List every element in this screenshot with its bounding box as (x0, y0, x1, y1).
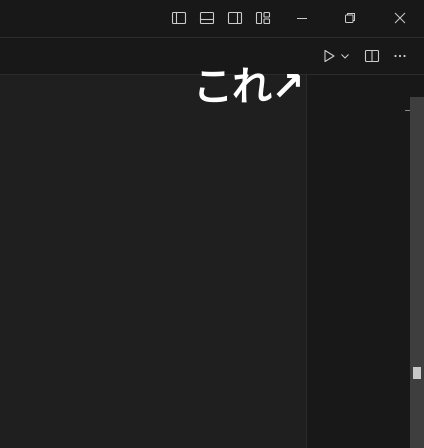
editor-area[interactable] (0, 75, 306, 448)
ellipsis-icon[interactable] (391, 47, 409, 65)
play-icon[interactable] (320, 47, 338, 65)
annotation-label: これ↗ (193, 64, 305, 110)
vertical-scrollbar[interactable] (410, 97, 424, 448)
chevron-down-icon[interactable] (339, 47, 351, 65)
sidebar-left-icon[interactable] (171, 10, 187, 26)
side-panel (307, 75, 424, 448)
scrollbar-thumb-marker[interactable] (413, 367, 421, 379)
close-icon[interactable] (391, 9, 409, 27)
panel-bottom-icon[interactable] (199, 10, 215, 26)
title-bar (0, 0, 424, 38)
split-editor-icon[interactable] (363, 47, 381, 65)
restore-icon[interactable] (341, 9, 359, 27)
sidebar-right-icon[interactable] (227, 10, 243, 26)
minimize-icon[interactable] (293, 9, 311, 27)
layout-grid-icon[interactable] (255, 10, 271, 26)
